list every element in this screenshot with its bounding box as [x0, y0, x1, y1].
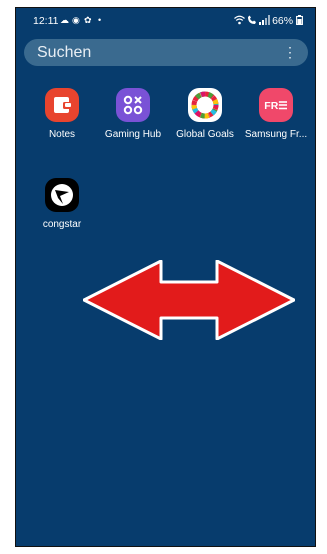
signal-icon [259, 15, 270, 28]
dot-icon: • [98, 15, 102, 25]
notes-icon [45, 88, 79, 122]
wifi-icon [234, 15, 245, 28]
call-icon [247, 15, 257, 28]
cloud-icon: ☁ [60, 15, 69, 25]
page-dot[interactable] [155, 546, 160, 547]
app-global-goals[interactable]: Global Goals [170, 88, 240, 140]
global-goals-icon [188, 88, 222, 122]
congstar-icon [45, 178, 79, 212]
search-label: Suchen [37, 44, 92, 61]
app-notes[interactable]: Notes [27, 88, 97, 140]
location-icon: ◉ [72, 15, 80, 25]
status-bar: 12:11 ☁ ◉ ✿ • 66% [16, 8, 315, 34]
app-label: congstar [42, 219, 82, 230]
more-options-icon[interactable]: ⋮ [283, 44, 297, 61]
app-gaming-hub[interactable]: Gaming Hub [98, 88, 168, 140]
double-arrow-icon [83, 260, 295, 340]
search-bar[interactable]: Suchen ⋮ [24, 39, 308, 66]
page-dot-active[interactable] [171, 546, 176, 547]
svg-text:FR☰: FR☰ [264, 100, 288, 112]
app-label: Samsung Fr... [244, 129, 308, 140]
page-indicator[interactable] [16, 538, 315, 547]
settings-icon: ✿ [84, 15, 92, 25]
battery-level: 66% [272, 15, 294, 27]
gaming-hub-icon [116, 88, 150, 122]
app-label: Global Goals [176, 129, 234, 140]
battery-indicator: 66% [272, 15, 303, 27]
app-label: Gaming Hub [104, 129, 162, 140]
samsung-free-icon: FR☰ [259, 88, 293, 122]
app-samsung-free[interactable]: FR☰ Samsung Fr... [241, 88, 311, 140]
app-congstar[interactable]: congstar [27, 178, 97, 230]
app-label: Notes [48, 129, 76, 140]
home-screen: 12:11 ☁ ◉ ✿ • 66% Suchen ⋮ Notes Gaming … [15, 7, 316, 547]
battery-icon [296, 15, 303, 26]
status-time: 12:11 [33, 15, 59, 27]
